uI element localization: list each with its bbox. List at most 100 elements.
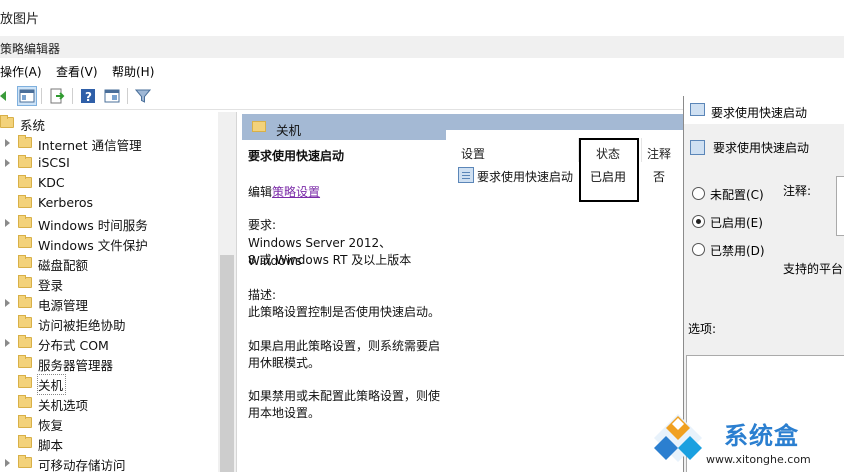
toolbar-separator xyxy=(72,88,73,104)
policy-title: 要求使用快速启动 xyxy=(248,149,345,163)
row-setting-name[interactable]: 要求使用快速启动 xyxy=(477,168,573,185)
tree-item-label: 关机 xyxy=(36,374,67,395)
tree-item-label: 脚本 xyxy=(38,438,64,453)
tree-item-label: Windows 文件保护 xyxy=(38,238,148,253)
folder-icon xyxy=(18,415,32,428)
watermark-logo xyxy=(650,410,706,466)
supported-platform-label: 支持的平台 xyxy=(783,262,844,276)
comment-textarea[interactable] xyxy=(836,176,844,236)
toolbar-separator xyxy=(127,88,128,104)
options-label: 选项: xyxy=(688,322,717,336)
expand-arrow-icon[interactable] xyxy=(4,458,12,468)
tree-item-label: 可移动存储访问 xyxy=(38,458,126,472)
tree-item-label: 系统 xyxy=(20,118,46,133)
tree-item[interactable]: KDC xyxy=(0,173,218,193)
menu-action[interactable]: 操作(A) xyxy=(0,63,42,80)
tree-item[interactable]: 关机 xyxy=(0,373,218,395)
folder-icon xyxy=(18,155,32,168)
tree-item[interactable]: 登录 xyxy=(0,273,218,293)
row-comment[interactable]: 否 xyxy=(653,168,665,185)
folder-icon xyxy=(18,295,32,308)
folder-icon xyxy=(18,275,32,288)
requirements-line: 8 或 Windows RT 及以上版本 xyxy=(248,253,412,267)
tree-item-label: 关机选项 xyxy=(38,398,89,413)
dialog-title: 要求使用快速启动 xyxy=(711,106,808,120)
expand-arrow-icon[interactable] xyxy=(4,298,12,308)
folder-icon xyxy=(18,455,32,468)
tree-item[interactable]: 服务器管理器 xyxy=(0,353,218,373)
tree-item-label: iSCSI xyxy=(38,155,70,170)
disabled-note: 用本地设置。 xyxy=(248,406,321,420)
policy-setting-icon xyxy=(690,103,705,116)
menu-view[interactable]: 查看(V) xyxy=(56,63,98,80)
expand-arrow-icon[interactable] xyxy=(4,338,12,348)
help-icon[interactable]: ? xyxy=(78,86,98,106)
filter-icon[interactable] xyxy=(133,86,153,106)
watermark-url: www.xitonghe.com xyxy=(706,453,811,466)
radio-label[interactable]: 已启用(E) xyxy=(710,214,763,231)
window-title-bar xyxy=(0,36,844,58)
edit-policy-link[interactable]: 策略设置 xyxy=(272,185,320,199)
show-hide-tree-icon[interactable] xyxy=(17,86,37,106)
folder-icon xyxy=(18,355,32,368)
expand-arrow-icon[interactable] xyxy=(4,158,12,168)
enabled-note: 如果启用此策略设置，则系统需要启 xyxy=(248,339,441,353)
export-list-icon[interactable] xyxy=(47,86,67,106)
column-header-setting[interactable]: 设置 xyxy=(461,145,485,162)
folder-icon xyxy=(18,135,32,148)
tree-item[interactable]: 磁盘配额 xyxy=(0,253,218,273)
window-title: 策略编辑器 xyxy=(0,42,61,56)
tree-item-label: Windows 时间服务 xyxy=(38,218,148,233)
radio-label[interactable]: 已禁用(D) xyxy=(710,242,765,259)
column-header-comment[interactable]: 注释 xyxy=(647,145,671,162)
policy-setting-icon xyxy=(690,140,705,155)
tree-item[interactable]: Kerberos xyxy=(0,193,218,213)
svg-text:?: ? xyxy=(85,90,92,104)
properties-view-icon[interactable] xyxy=(102,86,122,106)
tree-item-label: KDC xyxy=(38,175,65,190)
content-header-title: 关机 xyxy=(276,123,302,138)
tree-item[interactable]: 关机选项 xyxy=(0,393,218,413)
radio-not-configured[interactable] xyxy=(692,187,705,200)
tree-item[interactable]: 可移动存储访问 xyxy=(0,453,218,472)
tree-item[interactable]: iSCSI xyxy=(0,153,218,173)
tree-item[interactable]: 访问被拒绝协助 xyxy=(0,313,218,333)
expand-arrow-icon[interactable] xyxy=(4,138,12,148)
folder-icon xyxy=(252,121,266,132)
folder-icon xyxy=(18,395,32,408)
tree-item[interactable]: 脚本 xyxy=(0,433,218,453)
expand-arrow-icon[interactable] xyxy=(4,218,12,228)
tree-item[interactable]: Internet 通信管理 xyxy=(0,133,218,153)
radio-label[interactable]: 未配置(C) xyxy=(710,186,764,203)
tree-item-label: Internet 通信管理 xyxy=(38,138,142,153)
image-caption: 放图片 xyxy=(0,12,40,27)
requirements-label: 要求: xyxy=(248,218,277,232)
tree-item[interactable]: 分布式 COM xyxy=(0,333,218,353)
description-text: 此策略设置控制是否使用快速启动。 xyxy=(248,305,441,319)
tree-item-label: 电源管理 xyxy=(38,298,89,313)
tree-item[interactable]: Windows 文件保护 xyxy=(0,233,218,253)
edit-prefix: 编辑 xyxy=(248,185,273,199)
tree-item[interactable]: 电源管理 xyxy=(0,293,218,313)
tree-item-label: 恢复 xyxy=(38,418,64,433)
tree-item[interactable]: Windows 时间服务 xyxy=(0,213,218,233)
disabled-note: 如果禁用或未配置此策略设置，则使 xyxy=(248,389,441,403)
description-label: 描述: xyxy=(248,288,277,302)
back-icon[interactable] xyxy=(0,86,14,106)
tree-item[interactable]: 系统 xyxy=(0,113,218,133)
tree-item[interactable]: 恢复 xyxy=(0,413,218,433)
tree-item-label: 登录 xyxy=(38,278,64,293)
menu-help[interactable]: 帮助(H) xyxy=(112,63,154,80)
column-separator[interactable] xyxy=(641,138,642,162)
tree-scrollbar-thumb[interactable] xyxy=(220,255,234,472)
tree-item-label: 磁盘配额 xyxy=(38,258,89,273)
edit-policy-line: 编辑策略设置 xyxy=(248,183,444,201)
folder-icon xyxy=(18,255,32,268)
radio-disabled[interactable] xyxy=(692,243,705,256)
tree-item-label: Kerberos xyxy=(38,195,94,210)
folder-icon xyxy=(18,195,32,208)
radio-enabled[interactable] xyxy=(692,215,705,228)
folder-icon xyxy=(18,175,32,188)
tree-item-label: 服务器管理器 xyxy=(38,358,114,373)
folder-icon xyxy=(18,335,32,348)
